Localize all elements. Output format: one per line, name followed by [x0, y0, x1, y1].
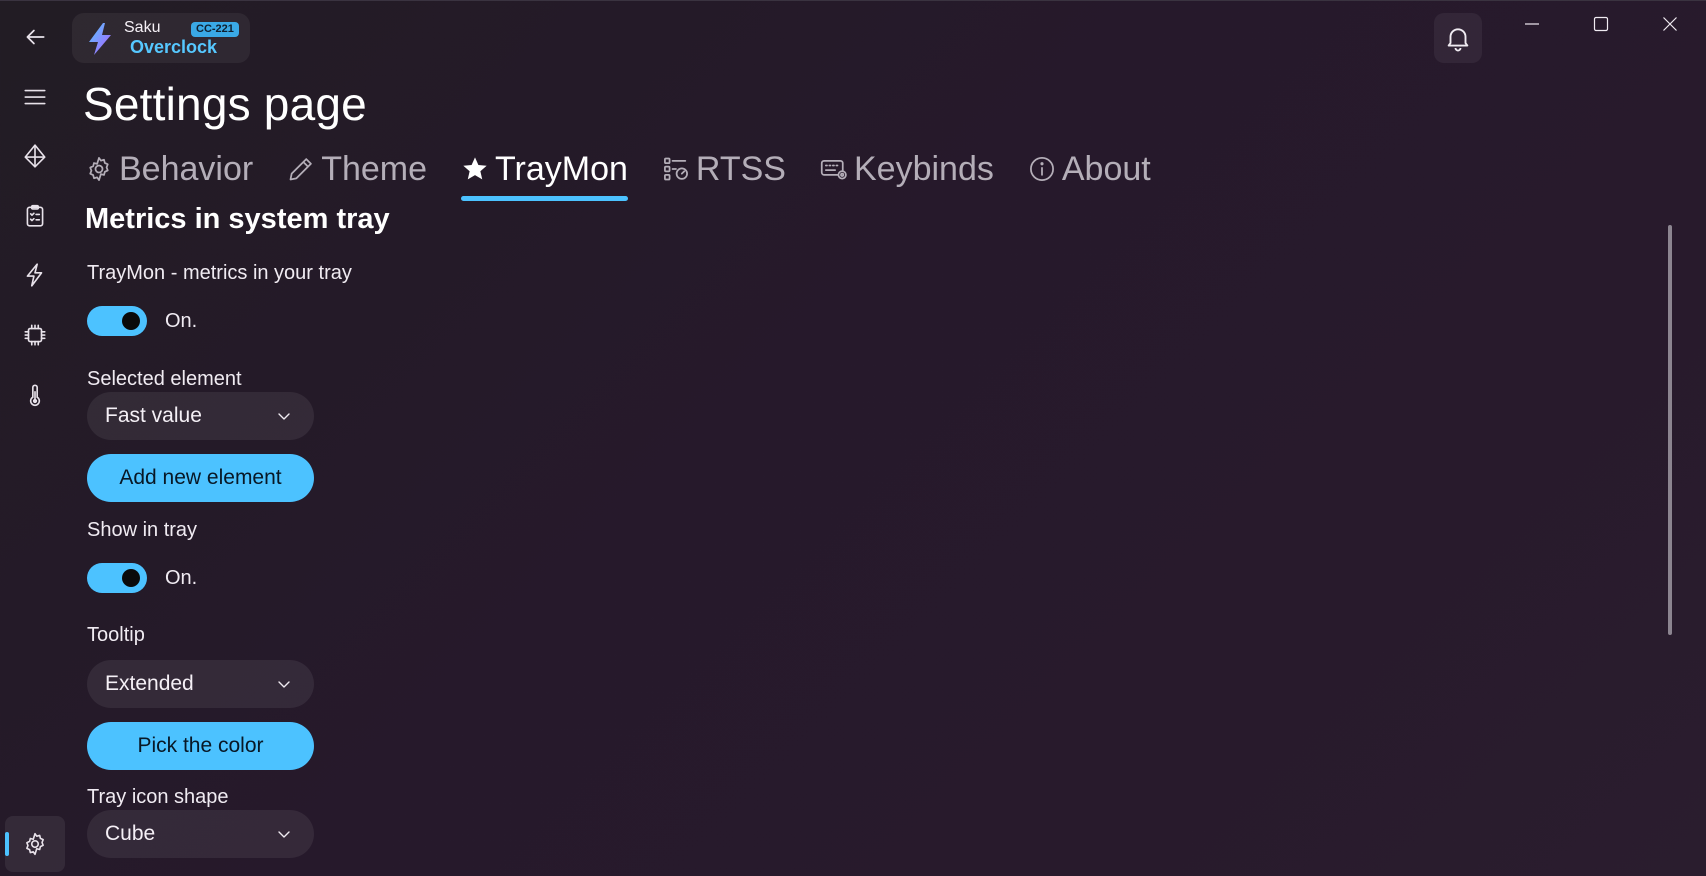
- nav-item-tasks[interactable]: [5, 188, 65, 244]
- pen-icon: [289, 158, 312, 181]
- tooltip-label: Tooltip: [87, 624, 145, 646]
- page-title: Settings page: [83, 78, 367, 130]
- maximize-icon: [1593, 16, 1609, 32]
- nav-item-settings[interactable]: [5, 816, 65, 872]
- add-new-element-button[interactable]: Add new element: [87, 454, 314, 502]
- tooltip-dropdown[interactable]: Extended: [87, 660, 314, 708]
- traymon-toggle-state: On.: [165, 309, 198, 332]
- lightning-icon: [26, 263, 43, 287]
- tab-label: About: [1061, 149, 1151, 188]
- tab-theme[interactable]: Theme: [287, 147, 427, 191]
- chevron-down-icon: [278, 831, 290, 838]
- tab-rtss[interactable]: RTSS: [662, 147, 786, 191]
- app-code-badge: CC-221: [191, 22, 239, 37]
- app-lightning-logo-icon: [89, 23, 111, 55]
- gear-icon: [26, 832, 44, 856]
- app-window: Saku Overclock CC-221 Settings page Beha…: [0, 0, 1706, 876]
- tab-label: Behavior: [119, 149, 254, 188]
- nav-item-hardware[interactable]: [5, 307, 65, 363]
- toggle-knob: [122, 569, 140, 587]
- tray-icon-shape-label: Tray icon shape: [87, 786, 229, 808]
- menu-toggle-button[interactable]: [5, 69, 65, 125]
- selected-element-value: Fast value: [105, 404, 202, 427]
- section-title: Metrics in system tray: [85, 203, 390, 235]
- cpu-chip-icon: [24, 324, 46, 346]
- minimize-button[interactable]: [1498, 1, 1566, 47]
- traymon-label: TrayMon - metrics in your tray: [87, 262, 352, 284]
- tab-label: Keybinds: [854, 149, 994, 188]
- show-in-tray-label: Show in tray: [87, 519, 198, 541]
- tray-icon-shape-dropdown[interactable]: Cube: [87, 810, 314, 858]
- close-button[interactable]: [1636, 1, 1704, 47]
- traymon-toggle-row: On.: [87, 306, 197, 336]
- close-icon: [1663, 17, 1677, 31]
- clipboard-checklist-icon: [26, 204, 44, 227]
- nav-item-temperature[interactable]: [5, 367, 65, 423]
- star-icon: [463, 157, 487, 180]
- chevron-down-icon: [278, 413, 290, 420]
- info-icon: [1029, 157, 1054, 181]
- pick-color-button[interactable]: Pick the color: [87, 722, 314, 770]
- show-in-tray-toggle-row: On.: [87, 563, 197, 593]
- tab-traymon[interactable]: TrayMon: [461, 147, 628, 201]
- tab-behavior[interactable]: Behavior: [85, 147, 253, 191]
- chevron-down-icon: [278, 681, 290, 688]
- maximize-button[interactable]: [1567, 1, 1635, 47]
- toggle-knob: [122, 312, 140, 330]
- back-arrow-icon: [26, 29, 45, 45]
- selected-element-label: Selected element: [87, 368, 242, 390]
- tab-keybinds[interactable]: Keybinds: [820, 147, 994, 191]
- hamburger-menu-icon: [24, 89, 46, 105]
- app-logo-badge: Saku Overclock CC-221: [72, 13, 250, 63]
- back-button[interactable]: [5, 9, 65, 65]
- diamond-pyramid-icon: [24, 144, 46, 168]
- navigation-rail: [0, 1, 70, 876]
- keyboard-gear-icon: [820, 159, 847, 180]
- thermometer-icon: [29, 384, 41, 407]
- traymon-toggle[interactable]: [87, 306, 147, 336]
- tooltip-value: Extended: [105, 672, 194, 695]
- tab-about[interactable]: About: [1028, 147, 1151, 191]
- tab-label: RTSS: [695, 149, 786, 188]
- active-nav-indicator: [5, 832, 9, 856]
- tab-label: TrayMon: [495, 149, 628, 188]
- nav-item-overclock[interactable]: [5, 247, 65, 303]
- tray-icon-shape-value: Cube: [105, 822, 156, 845]
- minimize-icon: [1525, 23, 1539, 25]
- vertical-scrollbar[interactable]: [1668, 225, 1672, 635]
- tab-label: Theme: [321, 149, 428, 188]
- show-in-tray-toggle-state: On.: [165, 566, 198, 589]
- selected-element-dropdown[interactable]: Fast value: [87, 392, 314, 440]
- bell-icon: [1447, 28, 1469, 52]
- nav-item-presets[interactable]: [5, 128, 65, 184]
- show-in-tray-toggle[interactable]: [87, 563, 147, 593]
- list-gauge-icon: [663, 157, 688, 181]
- gear-icon: [89, 157, 109, 181]
- notifications-button[interactable]: [1434, 13, 1482, 63]
- app-name-top: Saku: [124, 19, 161, 36]
- settings-tabs: Behavior Theme TrayMon RTSS Keybinds Abo…: [85, 147, 1185, 201]
- app-name-bottom: Overclock: [130, 37, 218, 57]
